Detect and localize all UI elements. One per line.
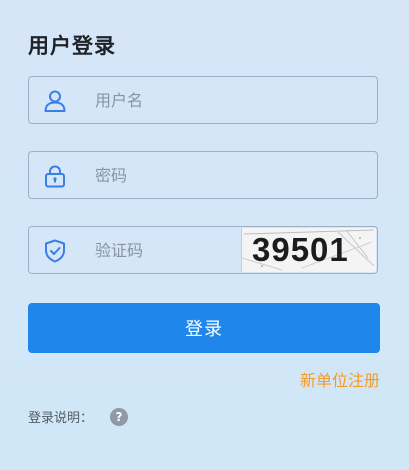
register-link[interactable]: 新单位注册 (300, 367, 380, 391)
password-field[interactable] (28, 151, 378, 199)
captcha-text: 39501 (252, 231, 349, 268)
help-circle-icon[interactable]: ? (110, 408, 128, 426)
login-panel: 用户登录 用户名 验证码 39501 登录 新单位注册 登录说明： ? (0, 0, 409, 470)
login-note-label: 登录说明： (28, 411, 94, 426)
captcha-field[interactable]: 39501 (28, 226, 378, 274)
captcha-input[interactable] (95, 235, 235, 265)
login-button[interactable]: 登录 (28, 303, 380, 353)
password-input[interactable] (95, 160, 315, 190)
shield-check-icon (42, 238, 68, 264)
page-title: 用户登录 (28, 34, 116, 58)
username-input[interactable] (95, 85, 315, 115)
captcha-image[interactable]: 39501 (241, 228, 376, 272)
username-field[interactable] (28, 76, 378, 124)
lock-icon (42, 163, 68, 189)
user-icon (42, 88, 68, 114)
